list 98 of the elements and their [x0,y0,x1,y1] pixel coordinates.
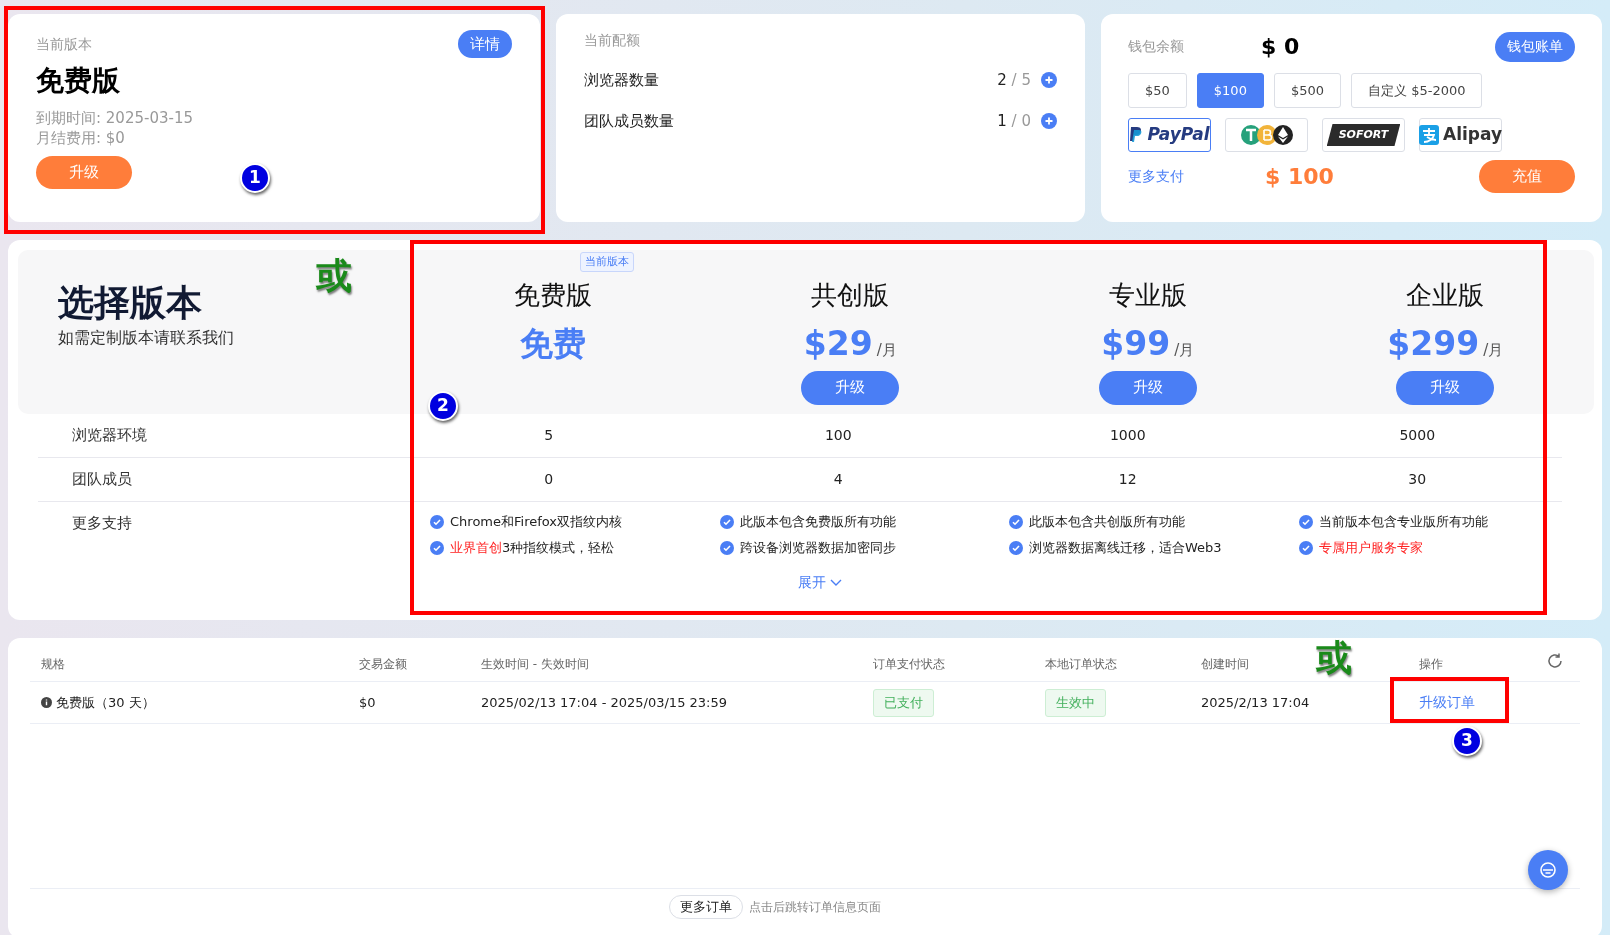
feature-text: 专属用户服务专家 [1318,539,1423,557]
check-circle-icon [1009,515,1023,529]
upgrade-button[interactable]: 升级 [1396,370,1495,405]
upgrade-button[interactable]: 升级 [1098,370,1197,405]
table-cell-text: 100 [824,426,852,445]
crypto-coins-icon [1239,124,1294,146]
card-label: 当前版本 [36,34,92,54]
check-circle-icon [430,515,444,529]
plan-name: 免费版 [36,63,121,99]
column-header: 规格 [41,656,65,673]
recharge-button[interactable]: 充值 [1479,160,1575,193]
plus-icon[interactable] [1041,112,1057,129]
or-mark: 或 [1316,640,1352,676]
wallet-bill-button[interactable]: 钱包账单 [1495,31,1575,62]
table-cell-text: 免费版（30 天） [56,693,155,712]
upgrade-button[interactable]: 升级 [801,370,900,405]
table-cell-text: 1000 [1109,426,1146,445]
feature-text: 跨设备浏览器数据加密同步 [739,539,896,557]
payment-method[interactable] [1225,118,1308,152]
feature-text: 当前版本包含专业版所有功能 [1318,513,1488,531]
alipay-label: Alipay [1443,123,1502,147]
details-button[interactable]: 详情 [458,30,512,58]
headset-icon [1538,860,1558,880]
refresh-icon[interactable] [1546,652,1564,670]
paypal-label: PayPal [1147,123,1210,147]
quota-value: 1 / 0 [997,110,1031,132]
card-label: 当前配额 [584,31,641,50]
plan-title: 免费版 [513,279,592,312]
table-cell-text: 2025/02/13 17:04 - 2025/03/15 23:59 [481,693,728,712]
amount-option[interactable]: 自定义 $5-2000 [1351,73,1483,108]
feature-text: Chrome和Firefox双指纹内核 [450,513,622,531]
column-header: 操作 [1419,656,1443,673]
table-cell-text: 4 [833,470,843,489]
plans-title: 选择版本 [58,281,203,325]
more-payment-link[interactable]: 更多支付 [1128,166,1265,187]
expiry-date: 到期时间: 2025-03-15 [36,108,194,128]
plan-price: $99 [1101,323,1171,365]
plus-icon[interactable] [1041,72,1057,89]
paypal-logo-icon [1129,126,1144,144]
plan-price: 免费 [519,323,586,365]
amount-option[interactable]: $100 [1196,73,1264,108]
price-unit: /月 [876,340,897,361]
column-header: 订单支付状态 [873,656,945,673]
feature-text: 此版本包含免费版所有功能 [739,513,896,531]
plan-title: 企业版 [1406,279,1485,312]
status-tag: 生效中 [1045,688,1106,717]
check-circle-icon [719,515,734,529]
quota-label: 团队成员数量 [584,110,674,132]
table-cell-text: $0 [359,693,377,712]
feature-text: 业界首创3种指纹模式，轻松 [450,539,615,557]
column-header: 生效时间 - 失效时间 [481,656,589,673]
column-header: 创建时间 [1201,656,1249,673]
row-label: 浏览器环境 [71,425,148,447]
check-circle-icon [430,541,444,555]
current-version-tag: 当前版本 [580,252,634,272]
row-label: 更多支持 [71,513,133,534]
check-circle-icon [1298,541,1313,555]
recharge-total: $ 100 [1265,163,1334,191]
plan-price: $299 [1387,323,1480,365]
amount-option[interactable]: $500 [1273,73,1341,108]
expand-link[interactable]: 展开 [798,572,842,593]
feature-text: 此版本包含共创版所有功能 [1029,513,1185,531]
support-chat-button[interactable] [1528,850,1568,890]
table-cell-text: 2025/2/13 17:04 [1201,693,1311,712]
more-orders-hint: 点击后跳转订单信息页面 [749,899,881,916]
plan-title: 共创版 [811,279,890,312]
table-cell-text: 12 [1118,470,1137,489]
table-cell-text: 5000 [1399,426,1436,445]
check-circle-icon [719,541,734,555]
status-tag: 已支付 [873,688,934,717]
price-unit: /月 [1483,340,1504,361]
column-header: 交易金额 [359,656,407,673]
info-icon [41,697,52,708]
price-unit: /月 [1174,340,1195,361]
check-circle-icon [1009,541,1023,555]
row-label: 团队成员 [71,469,133,491]
quota-value: 2 / 5 [997,70,1031,91]
alipay-logo-icon [1419,125,1439,145]
plan-price: $29 [803,323,873,365]
table-cell-text: 0 [544,470,554,489]
upgrade-order-link[interactable]: 升级订单 [1419,692,1580,713]
chevron-down-icon [830,578,842,587]
wallet-balance: $ 0 [1261,33,1300,61]
table-cell-text: 5 [544,426,554,445]
table-cell-text: 30 [1408,470,1427,489]
column-header: 本地订单状态 [1045,656,1117,673]
or-mark: 或 [316,258,352,294]
plans-subtitle: 如需定制版本请联系我们 [58,327,235,349]
amount-option[interactable]: $50 [1128,73,1187,108]
payment-method[interactable]: PayPal [1128,118,1211,152]
upgrade-button[interactable]: 升级 [36,156,132,189]
card-label: 钱包余额 [1128,37,1185,56]
quota-label: 浏览器数量 [584,70,659,91]
check-circle-icon [1298,515,1313,529]
plan-title: 专业版 [1108,279,1187,312]
feature-text: 浏览器数据离线迁移，适合Web3 [1029,539,1222,557]
monthly-fee: 月结费用: $0 [36,128,126,148]
payment-method[interactable]: Alipay [1419,118,1502,152]
